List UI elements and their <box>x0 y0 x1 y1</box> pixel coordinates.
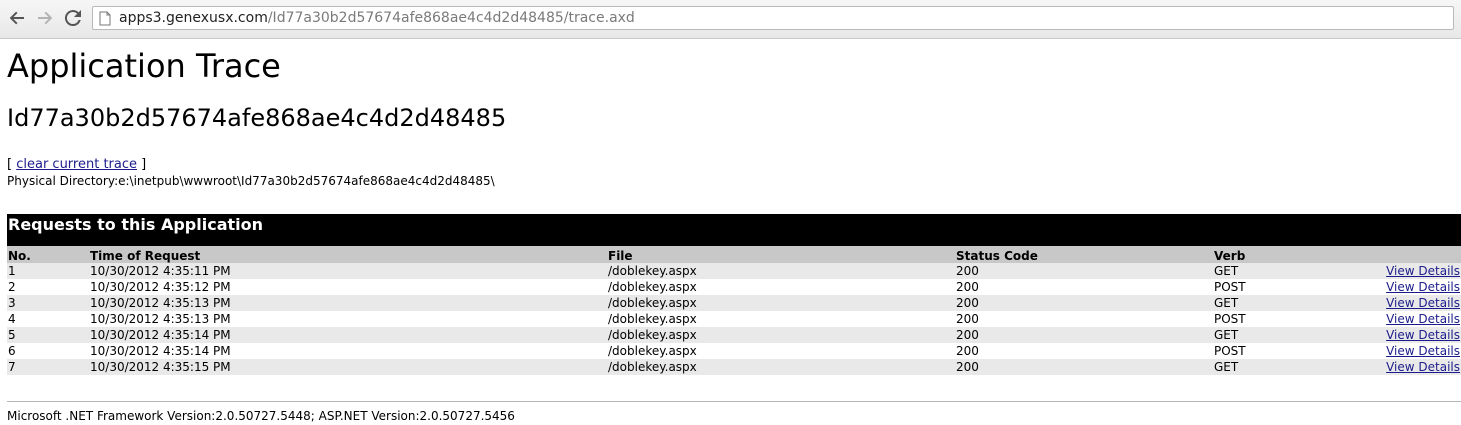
col-header-status: Status Code <box>955 246 1213 263</box>
reload-icon[interactable] <box>61 6 85 30</box>
view-details-link[interactable]: View Details <box>1386 312 1460 326</box>
table-row: 6 10/30/2012 4:35:14 PM /doblekey.aspx 2… <box>7 343 1461 359</box>
clear-trace-line: [ clear current trace ] <box>7 157 146 172</box>
cell-status: 200 <box>955 327 1213 343</box>
browser-toolbar: apps3.genexusx.com/Id77a30b2d57674afe868… <box>0 0 1461 39</box>
col-header-no: No. <box>7 246 89 263</box>
version-footer: Microsoft .NET Framework Version:2.0.507… <box>7 409 515 423</box>
cell-file: /doblekey.aspx <box>607 343 955 359</box>
cell-status: 200 <box>955 279 1213 295</box>
cell-details: View Details <box>1333 263 1461 279</box>
requests-header-row: No. Time of Request File Status Code Ver… <box>7 246 1461 263</box>
requests-title-row: Requests to this Application <box>7 214 1461 246</box>
cell-details: View Details <box>1333 359 1461 375</box>
cell-verb: POST <box>1213 311 1333 327</box>
page-title: Application Trace <box>7 47 281 85</box>
cell-file: /doblekey.aspx <box>607 263 955 279</box>
table-row: 7 10/30/2012 4:35:15 PM /doblekey.aspx 2… <box>7 359 1461 375</box>
cell-no: 3 <box>7 295 89 311</box>
cell-details: View Details <box>1333 327 1461 343</box>
cell-details: View Details <box>1333 311 1461 327</box>
cell-time: 10/30/2012 4:35:12 PM <box>89 279 607 295</box>
url-path: /Id77a30b2d57674afe868ae4c4d2d48485/trac… <box>267 10 635 26</box>
view-details-link[interactable]: View Details <box>1386 296 1460 310</box>
cell-no: 6 <box>7 343 89 359</box>
cell-verb: GET <box>1213 295 1333 311</box>
bracket-close: ] <box>141 157 147 172</box>
requests-title: Requests to this Application <box>7 214 1461 246</box>
cell-status: 200 <box>955 359 1213 375</box>
cell-file: /doblekey.aspx <box>607 279 955 295</box>
col-header-verb: Verb <box>1213 246 1333 263</box>
table-row: 4 10/30/2012 4:35:13 PM /doblekey.aspx 2… <box>7 311 1461 327</box>
cell-details: View Details <box>1333 279 1461 295</box>
cell-time: 10/30/2012 4:35:14 PM <box>89 343 607 359</box>
table-row: 2 10/30/2012 4:35:12 PM /doblekey.aspx 2… <box>7 279 1461 295</box>
cell-file: /doblekey.aspx <box>607 311 955 327</box>
view-details-link[interactable]: View Details <box>1386 280 1460 294</box>
back-arrow-icon[interactable] <box>5 6 29 30</box>
cell-status: 200 <box>955 263 1213 279</box>
cell-no: 7 <box>7 359 89 375</box>
cell-no: 1 <box>7 263 89 279</box>
cell-verb: POST <box>1213 279 1333 295</box>
bracket-open: [ <box>7 157 13 172</box>
col-header-details <box>1333 246 1461 263</box>
cell-time: 10/30/2012 4:35:11 PM <box>89 263 607 279</box>
view-details-link[interactable]: View Details <box>1386 360 1460 374</box>
address-bar[interactable]: apps3.genexusx.com/Id77a30b2d57674afe868… <box>92 6 1454 30</box>
page-icon <box>99 11 111 30</box>
cell-status: 200 <box>955 343 1213 359</box>
view-details-link[interactable]: View Details <box>1386 328 1460 342</box>
cell-file: /doblekey.aspx <box>607 359 955 375</box>
view-details-link[interactable]: View Details <box>1386 264 1460 278</box>
cell-time: 10/30/2012 4:35:13 PM <box>89 295 607 311</box>
cell-status: 200 <box>955 295 1213 311</box>
table-row: 5 10/30/2012 4:35:14 PM /doblekey.aspx 2… <box>7 327 1461 343</box>
clear-current-trace-link[interactable]: clear current trace <box>16 157 137 172</box>
url-text: apps3.genexusx.com/Id77a30b2d57674afe868… <box>119 10 635 26</box>
cell-time: 10/30/2012 4:35:15 PM <box>89 359 607 375</box>
view-details-link[interactable]: View Details <box>1386 344 1460 358</box>
cell-status: 200 <box>955 311 1213 327</box>
cell-verb: POST <box>1213 343 1333 359</box>
cell-file: /doblekey.aspx <box>607 295 955 311</box>
cell-no: 4 <box>7 311 89 327</box>
col-header-file: File <box>607 246 955 263</box>
col-header-time: Time of Request <box>89 246 607 263</box>
table-row: 1 10/30/2012 4:35:11 PM /doblekey.aspx 2… <box>7 263 1461 279</box>
cell-details: View Details <box>1333 343 1461 359</box>
cell-no: 2 <box>7 279 89 295</box>
cell-verb: GET <box>1213 327 1333 343</box>
forward-arrow-icon[interactable] <box>33 6 57 30</box>
app-id-heading: Id77a30b2d57674afe868ae4c4d2d48485 <box>7 104 507 132</box>
cell-details: View Details <box>1333 295 1461 311</box>
cell-file: /doblekey.aspx <box>607 327 955 343</box>
requests-table: Requests to this Application No. Time of… <box>7 214 1461 375</box>
url-host: apps3.genexusx.com <box>119 10 268 26</box>
cell-time: 10/30/2012 4:35:13 PM <box>89 311 607 327</box>
cell-verb: GET <box>1213 263 1333 279</box>
cell-no: 5 <box>7 327 89 343</box>
table-row: 3 10/30/2012 4:35:13 PM /doblekey.aspx 2… <box>7 295 1461 311</box>
physical-directory: Physical Directory:e:\inetpub\wwwroot\Id… <box>7 174 495 188</box>
cell-verb: GET <box>1213 359 1333 375</box>
cell-time: 10/30/2012 4:35:14 PM <box>89 327 607 343</box>
footer-divider <box>7 401 1461 402</box>
